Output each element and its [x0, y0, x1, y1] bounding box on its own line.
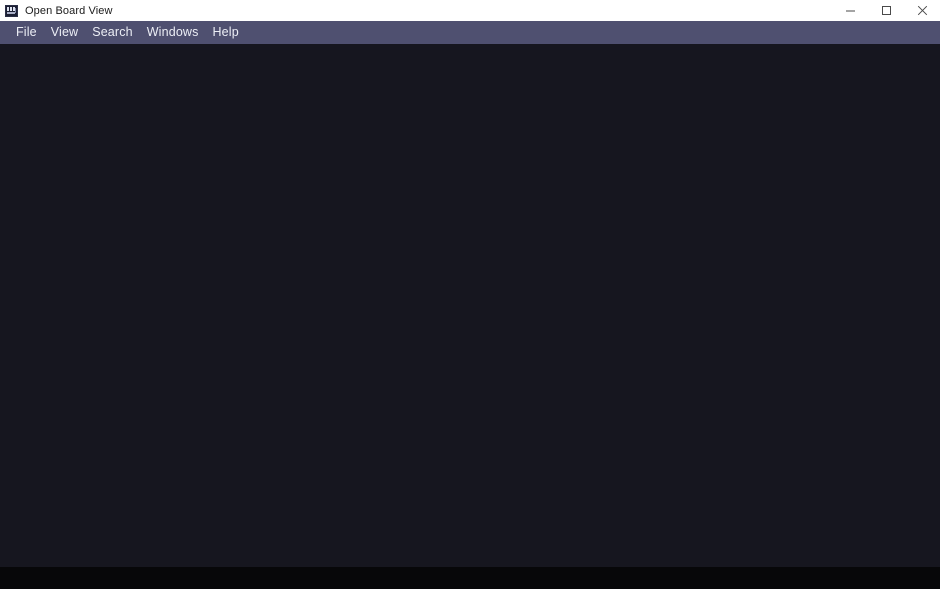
menu-bar: File View Search Windows Help [0, 21, 940, 44]
application-window: Open Board View File View Search Windows… [0, 0, 940, 589]
menu-item-file[interactable]: File [9, 21, 44, 44]
title-bar-left: Open Board View [0, 4, 832, 17]
menu-item-windows[interactable]: Windows [140, 21, 206, 44]
minimize-icon [845, 10, 855, 12]
menu-item-help[interactable]: Help [206, 21, 246, 44]
close-button[interactable] [904, 0, 940, 21]
window-title: Open Board View [25, 4, 113, 17]
menu-item-search[interactable]: Search [85, 21, 140, 44]
board-chip-icon [5, 4, 18, 17]
maximize-icon [881, 6, 891, 15]
menu-item-view[interactable]: View [44, 21, 85, 44]
title-bar: Open Board View [0, 0, 940, 21]
board-canvas[interactable] [0, 44, 940, 567]
minimize-button[interactable] [832, 0, 868, 21]
status-bar [0, 567, 940, 589]
window-controls [832, 0, 940, 21]
close-icon [917, 5, 927, 16]
maximize-button[interactable] [868, 0, 904, 21]
